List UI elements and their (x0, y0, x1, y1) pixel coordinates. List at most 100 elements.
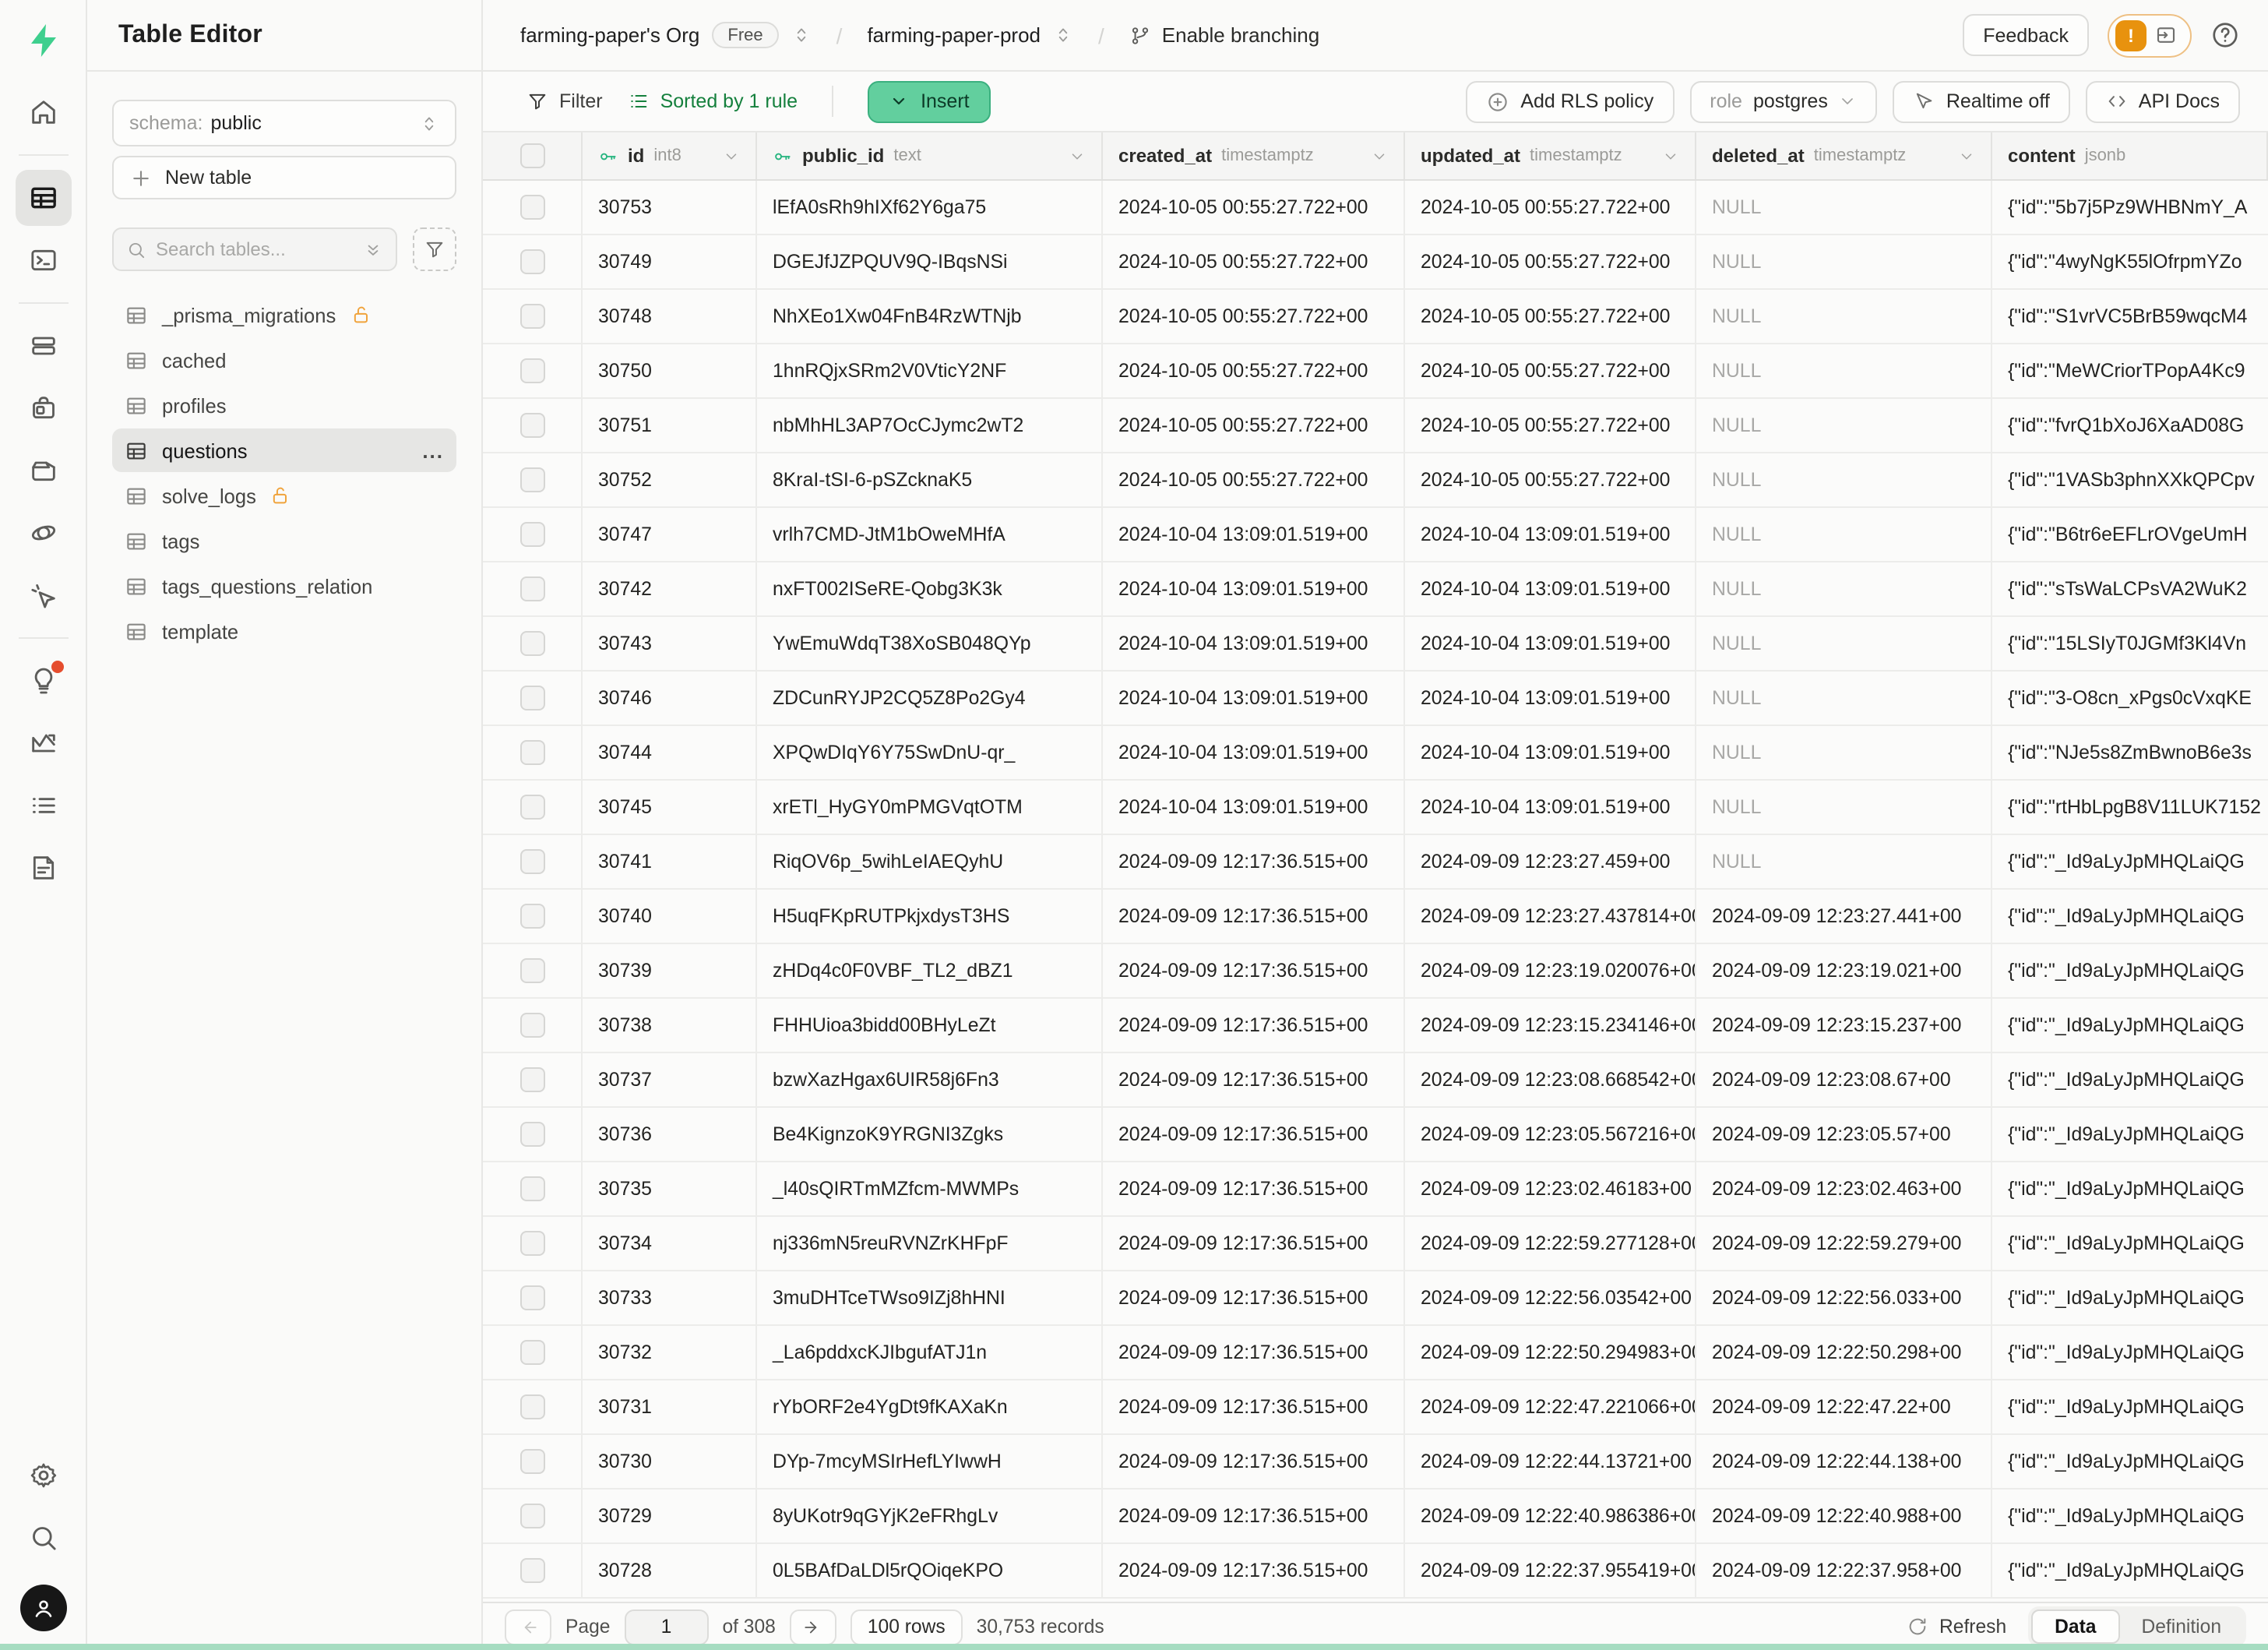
cell-deleted-at[interactable]: NULL (1696, 835, 1992, 888)
schema-select[interactable]: schema: public (112, 100, 456, 146)
nav-logs-icon[interactable] (15, 777, 71, 834)
cell-deleted-at[interactable]: NULL (1696, 617, 1992, 670)
cell-updated-at[interactable]: 2024-09-09 12:23:15.234146+00 (1405, 999, 1696, 1052)
cell-updated-at[interactable]: 2024-09-09 12:22:56.03542+00 (1405, 1271, 1696, 1324)
cell-created-at[interactable]: 2024-09-09 12:17:36.515+00 (1103, 835, 1405, 888)
row-checkbox[interactable] (483, 1544, 583, 1597)
row-checkbox[interactable] (483, 1435, 583, 1488)
cell-created-at[interactable]: 2024-09-09 12:17:36.515+00 (1103, 1162, 1405, 1215)
role-select[interactable]: role postgres (1689, 80, 1878, 122)
cell-deleted-at[interactable]: 2024-09-09 12:23:08.67+00 (1696, 1053, 1992, 1106)
cell-id[interactable]: 30749 (583, 235, 757, 288)
realtime-toggle-button[interactable]: Realtime off (1893, 80, 2070, 122)
sidebar-table-item[interactable]: tags_questions_relation ... (112, 564, 456, 608)
cell-id[interactable]: 30748 (583, 290, 757, 343)
search-tables-box[interactable] (112, 227, 397, 271)
cell-created-at[interactable]: 2024-09-09 12:17:36.515+00 (1103, 999, 1405, 1052)
cell-created-at[interactable]: 2024-10-05 00:55:27.722+00 (1103, 453, 1405, 506)
cell-id[interactable]: 30741 (583, 835, 757, 888)
cell-id[interactable]: 30730 (583, 1435, 757, 1488)
cell-public-id[interactable]: DYp-7mcyMSIrHefLYIwwH (757, 1435, 1103, 1488)
cell-deleted-at[interactable]: 2024-09-09 12:22:50.298+00 (1696, 1326, 1992, 1379)
cell-public-id[interactable]: 0L5BAfDaLDl5rQOiqeKPO (757, 1544, 1103, 1597)
cell-updated-at[interactable]: 2024-10-05 00:55:27.722+00 (1405, 399, 1696, 452)
cell-updated-at[interactable]: 2024-09-09 12:22:47.221066+00 (1405, 1380, 1696, 1433)
cell-public-id[interactable]: 8KraI-tSI-6-pSZcknaK5 (757, 453, 1103, 506)
cell-updated-at[interactable]: 2024-09-09 12:23:19.020076+00 (1405, 944, 1696, 997)
cell-updated-at[interactable]: 2024-10-04 13:09:01.519+00 (1405, 562, 1696, 615)
table-filter-button[interactable] (413, 227, 456, 271)
row-checkbox[interactable] (483, 1380, 583, 1433)
cell-created-at[interactable]: 2024-10-04 13:09:01.519+00 (1103, 562, 1405, 615)
row-checkbox[interactable] (483, 399, 583, 452)
chevron-down-icon[interactable] (1662, 147, 1679, 164)
cell-created-at[interactable]: 2024-09-09 12:17:36.515+00 (1103, 1435, 1405, 1488)
cell-public-id[interactable]: 3muDHTceTWso9IZj8hHNI (757, 1271, 1103, 1324)
cell-deleted-at[interactable]: NULL (1696, 453, 1992, 506)
cell-content[interactable]: {"id":"rtHbLpgB8V11LUK7152 (1992, 781, 2268, 834)
cell-content[interactable]: {"id":"15LSIyT0JGMf3Kl4Vn (1992, 617, 2268, 670)
nav-auth-icon[interactable] (15, 380, 71, 436)
cell-public-id[interactable]: Be4KignzoK9YRGNI3Zgks (757, 1108, 1103, 1161)
cell-public-id[interactable]: nbMhHL3AP7OcCJymc2wT2 (757, 399, 1103, 452)
cell-updated-at[interactable]: 2024-09-09 12:23:05.567216+00 (1405, 1108, 1696, 1161)
prev-page-button[interactable] (505, 1609, 551, 1645)
cell-id[interactable]: 30751 (583, 399, 757, 452)
cell-content[interactable]: {"id":"_Id9aLyJpMHQLaiQG (1992, 1162, 2268, 1215)
cell-deleted-at[interactable]: 2024-09-09 12:22:56.033+00 (1696, 1271, 1992, 1324)
sidebar-table-item[interactable]: cached ... (112, 338, 456, 382)
cell-content[interactable]: {"id":"_Id9aLyJpMHQLaiQG (1992, 1490, 2268, 1542)
cell-created-at[interactable]: 2024-09-09 12:17:36.515+00 (1103, 1326, 1405, 1379)
row-checkbox[interactable] (483, 344, 583, 397)
cell-created-at[interactable]: 2024-10-04 13:09:01.519+00 (1103, 726, 1405, 779)
cell-created-at[interactable]: 2024-10-05 00:55:27.722+00 (1103, 399, 1405, 452)
row-checkbox[interactable] (483, 726, 583, 779)
cell-public-id[interactable]: XPQwDIqY6Y75SwDnU-qr_ (757, 726, 1103, 779)
cell-id[interactable]: 30735 (583, 1162, 757, 1215)
cell-content[interactable]: {"id":"_Id9aLyJpMHQLaiQG (1992, 1217, 2268, 1270)
cell-public-id[interactable]: FHHUioa3bidd00BHyLeZt (757, 999, 1103, 1052)
next-page-button[interactable] (790, 1609, 836, 1645)
nav-storage-icon[interactable] (15, 442, 71, 499)
column-header-public-id[interactable]: public_id text (757, 132, 1103, 179)
cell-created-at[interactable]: 2024-10-04 13:09:01.519+00 (1103, 617, 1405, 670)
cell-updated-at[interactable]: 2024-09-09 12:22:40.986386+00 (1405, 1490, 1696, 1542)
cell-updated-at[interactable]: 2024-09-09 12:22:50.294983+00 (1405, 1326, 1696, 1379)
cell-updated-at[interactable]: 2024-10-05 00:55:27.722+00 (1405, 453, 1696, 506)
cell-deleted-at[interactable]: 2024-09-09 12:23:15.237+00 (1696, 999, 1992, 1052)
chevron-down-icon[interactable] (1371, 147, 1388, 164)
cell-public-id[interactable]: lEfA0sRh9hIXf62Y6ga75 (757, 181, 1103, 234)
cell-public-id[interactable]: bzwXazHgax6UIR58j6Fn3 (757, 1053, 1103, 1106)
cell-created-at[interactable]: 2024-09-09 12:17:36.515+00 (1103, 1490, 1405, 1542)
cell-deleted-at[interactable]: NULL (1696, 399, 1992, 452)
sort-button[interactable]: Sorted by 1 rule (628, 90, 798, 112)
nav-api-docs-icon[interactable] (15, 840, 71, 896)
nav-reports-icon[interactable] (15, 715, 71, 771)
sidebar-table-item[interactable]: profiles ... (112, 383, 456, 427)
cell-created-at[interactable]: 2024-09-09 12:17:36.515+00 (1103, 890, 1405, 943)
api-docs-button[interactable]: API Docs (2086, 80, 2240, 122)
cell-public-id[interactable]: rYbORF2e4YgDt9fKAXaKn (757, 1380, 1103, 1433)
cell-public-id[interactable]: 1hnRQjxSRm2V0VticY2NF (757, 344, 1103, 397)
cell-content[interactable]: {"id":"_Id9aLyJpMHQLaiQG (1992, 944, 2268, 997)
sidebar-table-item[interactable]: template ... (112, 609, 456, 653)
user-avatar[interactable] (19, 1585, 66, 1631)
search-tables-input[interactable] (156, 238, 354, 260)
cell-deleted-at[interactable]: NULL (1696, 726, 1992, 779)
cell-content[interactable]: {"id":"sTsWaLCPsVA2WuK2 (1992, 562, 2268, 615)
cell-content[interactable]: {"id":"_Id9aLyJpMHQLaiQG (1992, 1053, 2268, 1106)
project-breadcrumb[interactable]: farming-paper-prod (867, 23, 1073, 47)
column-header-created-at[interactable]: created_at timestamptz (1103, 132, 1405, 179)
filter-button[interactable]: Filter (526, 90, 603, 112)
cell-deleted-at[interactable]: NULL (1696, 235, 1992, 288)
cell-deleted-at[interactable]: 2024-09-09 12:23:27.441+00 (1696, 890, 1992, 943)
cell-deleted-at[interactable]: 2024-09-09 12:23:05.57+00 (1696, 1108, 1992, 1161)
cell-created-at[interactable]: 2024-10-05 00:55:27.722+00 (1103, 290, 1405, 343)
row-checkbox[interactable] (483, 508, 583, 561)
cell-updated-at[interactable]: 2024-10-05 00:55:27.722+00 (1405, 290, 1696, 343)
cell-id[interactable]: 30734 (583, 1217, 757, 1270)
cell-deleted-at[interactable]: 2024-09-09 12:23:02.463+00 (1696, 1162, 1992, 1215)
cell-id[interactable]: 30738 (583, 999, 757, 1052)
cell-id[interactable]: 30753 (583, 181, 757, 234)
cell-created-at[interactable]: 2024-10-04 13:09:01.519+00 (1103, 672, 1405, 725)
